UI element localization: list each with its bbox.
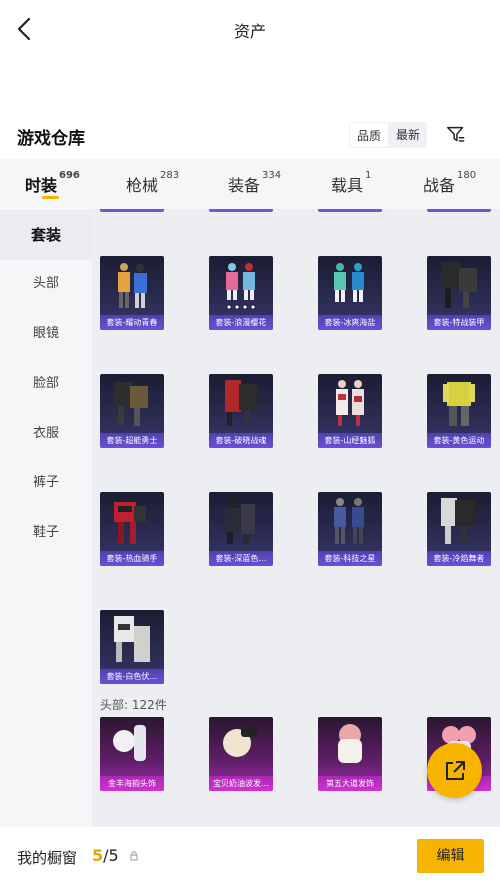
item-label: 套装-冰爽海盐 xyxy=(318,315,382,330)
headwear-image xyxy=(223,727,257,757)
item-label: 套装-冷焰舞者 xyxy=(427,551,491,566)
filter-button[interactable] xyxy=(443,122,469,148)
sort-option-newest[interactable]: 最新 xyxy=(389,122,427,148)
item-card[interactable]: 套装-黄色运动 xyxy=(427,374,491,448)
item-card[interactable]: 套装-耀动青春 xyxy=(100,256,164,330)
outfit-image xyxy=(225,380,257,426)
outfit-image xyxy=(118,263,147,308)
tab-equipment[interactable]: 装备334 xyxy=(228,170,282,196)
item-label: 金丰海韵头饰 xyxy=(100,776,164,791)
top-bar: 资产 xyxy=(0,0,500,58)
tab-battle-gear[interactable]: 战备180 xyxy=(423,170,477,196)
category-tabs: 时装696 枪械283 装备334 载具1 战备180 xyxy=(0,159,500,209)
sort-toggle: 品质 最新 xyxy=(349,122,428,148)
item-label: 套装-山经魅狐 xyxy=(318,433,382,448)
edit-button[interactable]: 编辑 xyxy=(417,839,484,873)
item-card[interactable]: 宝贝奶油波发… xyxy=(209,717,273,791)
tab-label: 枪械 xyxy=(126,176,159,195)
item-card[interactable]: 套装-特战装甲 xyxy=(427,256,491,330)
item-card[interactable]: 第五大道发饰 xyxy=(318,717,382,791)
warehouse-title: 游戏仓库 xyxy=(17,129,85,149)
warehouse-header: 游戏仓库 品质 最新 xyxy=(0,118,500,154)
card-edge xyxy=(318,209,382,212)
outfit-image xyxy=(114,502,146,544)
head-section-label: 头部: 122件 xyxy=(100,698,167,712)
card-edge xyxy=(427,209,491,212)
showcase-label: 我的橱窗 xyxy=(17,849,78,867)
sidebar-item-head[interactable]: 头部 xyxy=(0,259,92,309)
item-card[interactable]: 套装-白色伏… xyxy=(100,610,164,684)
share-icon xyxy=(445,760,465,780)
tab-guns[interactable]: 枪械283 xyxy=(126,170,180,196)
outfit-image xyxy=(225,497,255,544)
asset-page: 资产 游戏仓库 品质 最新 时装696 枪械283 装备334 载具1 战备18… xyxy=(0,0,500,885)
outfit-image xyxy=(334,498,364,544)
outfit-image xyxy=(334,263,364,302)
item-card[interactable]: 套装-热血骑手 xyxy=(100,492,164,566)
share-button[interactable] xyxy=(427,743,482,798)
item-card[interactable]: 套装-破晓战魂 xyxy=(209,374,273,448)
sidebar-item-suit[interactable]: 套装 xyxy=(0,210,92,260)
item-card[interactable]: 套装-科技之星 xyxy=(318,492,382,566)
item-card[interactable]: 套装-深蓝色… xyxy=(209,492,273,566)
card-edge xyxy=(209,209,273,212)
sidebar-item-face[interactable]: 脸部 xyxy=(0,359,92,409)
item-label: 套装-深蓝色… xyxy=(209,551,273,566)
item-label: 宝贝奶油波发… xyxy=(209,776,273,791)
item-label: 套装-超能勇士 xyxy=(100,433,164,448)
sidebar-item-glasses[interactable]: 眼镜 xyxy=(0,309,92,359)
item-card[interactable]: 套装-超能勇士 xyxy=(100,374,164,448)
item-card[interactable]: 套装-浪漫樱花 xyxy=(209,256,273,330)
item-card[interactable]: 套装-冰爽海盐 xyxy=(318,256,382,330)
filter-icon xyxy=(447,126,465,142)
showcase-current: 5 xyxy=(92,846,104,865)
tab-label: 时装 xyxy=(25,176,58,195)
outfit-image xyxy=(441,498,475,544)
tab-fashion[interactable]: 时装696 xyxy=(25,170,80,196)
item-card[interactable]: 套装-山经魅狐 xyxy=(318,374,382,448)
headwear-image xyxy=(113,725,146,761)
tab-count: 283 xyxy=(160,170,180,181)
item-grid: 套装-耀动青春 套装-浪漫樱花 套装-冰爽海盐 套装-特战装甲 套装-超能勇士 … xyxy=(92,209,500,827)
outfit-image xyxy=(441,262,477,308)
tab-label: 载具 xyxy=(331,176,364,195)
lock-icon xyxy=(130,851,138,861)
tab-count: 180 xyxy=(457,170,477,181)
item-label: 套装-特战装甲 xyxy=(427,315,491,330)
item-label: 套装-科技之星 xyxy=(318,551,382,566)
card-edge xyxy=(100,209,164,212)
sort-option-quality[interactable]: 品质 xyxy=(349,122,390,148)
tab-label: 装备 xyxy=(228,176,261,195)
outfit-image xyxy=(114,616,150,662)
item-label: 套装-浪漫樱花 xyxy=(209,315,273,330)
showcase-count: 5/5 xyxy=(92,846,119,865)
page-title: 资产 xyxy=(233,22,266,41)
tab-count: 696 xyxy=(59,170,80,181)
item-label: 套装-耀动青春 xyxy=(100,315,164,330)
bottom-bar: 我的橱窗 5/5 编辑 xyxy=(0,827,500,885)
sidebar-item-clothes[interactable]: 衣服 xyxy=(0,409,92,459)
tab-label: 战备 xyxy=(423,176,456,195)
item-label: 套装-破晓战魂 xyxy=(209,433,273,448)
outfit-image xyxy=(443,382,475,426)
showcase-total: /5 xyxy=(103,846,119,865)
tab-count: 1 xyxy=(365,170,372,181)
outfit-image xyxy=(336,380,364,426)
sidebar: 套装 头部 眼镜 脸部 衣服 裤子 鞋子 xyxy=(0,209,92,827)
item-card[interactable]: 套装-冷焰舞者 xyxy=(427,492,491,566)
item-label: 套装-热血骑手 xyxy=(100,551,164,566)
sidebar-item-pants[interactable]: 裤子 xyxy=(0,458,92,508)
tab-vehicles[interactable]: 载具1 xyxy=(331,170,372,196)
outfit-image xyxy=(226,263,255,309)
item-label: 套装-黄色运动 xyxy=(427,433,491,448)
active-tab-indicator xyxy=(42,196,59,199)
tab-count: 334 xyxy=(262,170,282,181)
headwear-image xyxy=(338,724,362,763)
sidebar-item-shoes[interactable]: 鞋子 xyxy=(0,508,92,558)
item-label: 套装-白色伏… xyxy=(100,669,164,684)
item-label: 第五大道发饰 xyxy=(318,776,382,791)
outfit-image xyxy=(114,382,148,426)
item-card[interactable]: 金丰海韵头饰 xyxy=(100,717,164,791)
